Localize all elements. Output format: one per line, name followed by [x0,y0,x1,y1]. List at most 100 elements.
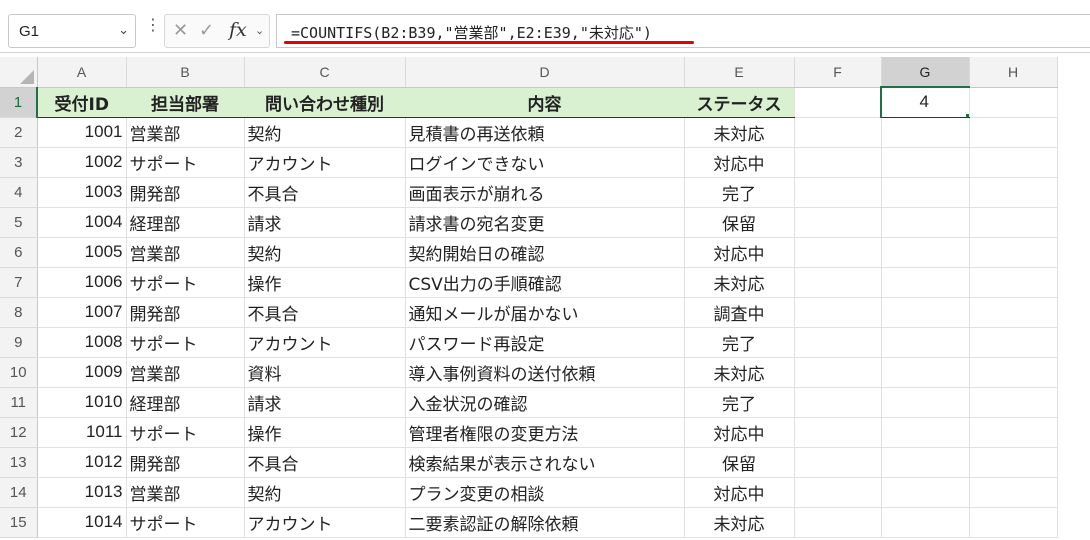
column-header[interactable]: B [126,57,245,88]
cell[interactable] [969,327,1058,358]
cell[interactable] [969,207,1058,238]
column-header[interactable]: A [37,57,127,88]
dept-cell[interactable]: 営業部 [126,357,245,388]
header-cell[interactable]: 問い合わせ種別 [244,87,406,118]
check-icon[interactable]: ✓ [199,20,214,41]
cell[interactable] [969,267,1058,298]
dept-cell[interactable]: 営業部 [126,117,245,148]
cell[interactable] [969,297,1058,328]
id-cell[interactable]: 1008 [37,327,127,358]
cell[interactable] [969,177,1058,208]
id-cell[interactable]: 1012 [37,447,127,478]
cell[interactable] [794,297,882,328]
cell[interactable] [881,447,970,478]
cell[interactable] [794,207,882,238]
column-header[interactable]: C [244,57,406,88]
cell[interactable] [881,387,970,418]
status-cell[interactable]: 未対応 [684,357,795,388]
dept-cell[interactable]: サポート [126,417,245,448]
id-cell[interactable]: 1013 [37,477,127,508]
type-cell[interactable]: 請求 [244,387,406,418]
type-cell[interactable]: 契約 [244,237,406,268]
more-options-icon[interactable]: ⋮ [145,17,161,33]
cell[interactable] [969,387,1058,418]
content-cell[interactable]: プラン変更の相談 [405,477,685,508]
status-cell[interactable]: 対応中 [684,477,795,508]
id-cell[interactable]: 1014 [37,507,127,538]
cell[interactable] [881,327,970,358]
row-header[interactable]: 6 [0,237,38,268]
column-header-selected[interactable]: G [881,57,970,88]
row-header[interactable]: 14 [0,477,38,508]
cell[interactable] [881,147,970,178]
row-header[interactable]: 12 [0,417,38,448]
cell[interactable] [794,147,882,178]
content-cell[interactable]: 請求書の宛名変更 [405,207,685,238]
cell[interactable] [969,87,1058,118]
dept-cell[interactable]: 経理部 [126,387,245,418]
active-cell-g1[interactable]: 4 [880,86,970,118]
header-cell[interactable]: 担当部署 [126,87,245,118]
cell[interactable] [969,417,1058,448]
content-cell[interactable]: 通知メールが届かない [405,297,685,328]
cell[interactable] [794,267,882,298]
close-icon[interactable]: ✕ [173,20,188,41]
cell[interactable] [881,237,970,268]
row-header[interactable]: 11 [0,387,38,418]
status-cell[interactable]: 対応中 [684,237,795,268]
status-cell[interactable]: 完了 [684,177,795,208]
dept-cell[interactable]: 開発部 [126,447,245,478]
cell[interactable] [881,477,970,508]
row-header-selected[interactable]: 1 [0,87,38,118]
fill-handle[interactable] [964,112,968,116]
id-cell[interactable]: 1007 [37,297,127,328]
cell[interactable] [881,417,970,448]
row-header[interactable]: 5 [0,207,38,238]
cell[interactable] [969,147,1058,178]
status-cell[interactable]: 完了 [684,327,795,358]
row-header[interactable]: 8 [0,297,38,328]
status-cell[interactable]: 完了 [684,387,795,418]
status-cell[interactable]: 対応中 [684,417,795,448]
cell[interactable] [881,297,970,328]
dept-cell[interactable]: サポート [126,147,245,178]
content-cell[interactable]: 契約開始日の確認 [405,237,685,268]
dept-cell[interactable]: サポート [126,327,245,358]
type-cell[interactable]: アカウント [244,327,406,358]
status-cell[interactable]: 対応中 [684,147,795,178]
row-header[interactable]: 4 [0,177,38,208]
cell[interactable] [794,327,882,358]
dept-cell[interactable]: 営業部 [126,237,245,268]
status-cell[interactable]: 未対応 [684,507,795,538]
type-cell[interactable]: 不具合 [244,297,406,328]
content-cell[interactable]: 見積書の再送依頼 [405,117,685,148]
cell[interactable] [969,447,1058,478]
cell[interactable] [969,237,1058,268]
row-header[interactable]: 2 [0,117,38,148]
id-cell[interactable]: 1003 [37,177,127,208]
column-header[interactable]: H [969,57,1058,88]
chevron-down-icon[interactable]: ⌄ [255,24,264,37]
type-cell[interactable]: 不具合 [244,177,406,208]
header-cell[interactable]: ステータス [684,87,795,118]
cell[interactable] [969,507,1058,538]
cell[interactable] [881,117,970,148]
id-cell[interactable]: 1005 [37,237,127,268]
cell[interactable] [881,357,970,388]
header-cell[interactable]: 内容 [405,87,685,118]
dept-cell[interactable]: 開発部 [126,177,245,208]
cell[interactable] [881,507,970,538]
cell[interactable] [794,387,882,418]
content-cell[interactable]: 導入事例資料の送付依頼 [405,357,685,388]
status-cell[interactable]: 調査中 [684,297,795,328]
status-cell[interactable]: 保留 [684,447,795,478]
row-header[interactable]: 13 [0,447,38,478]
cell[interactable] [794,417,882,448]
id-cell[interactable]: 1002 [37,147,127,178]
content-cell[interactable]: ログインできない [405,147,685,178]
cell[interactable] [794,507,882,538]
cell[interactable] [969,357,1058,388]
type-cell[interactable]: 資料 [244,357,406,388]
dept-cell[interactable]: サポート [126,507,245,538]
cell[interactable] [794,237,882,268]
